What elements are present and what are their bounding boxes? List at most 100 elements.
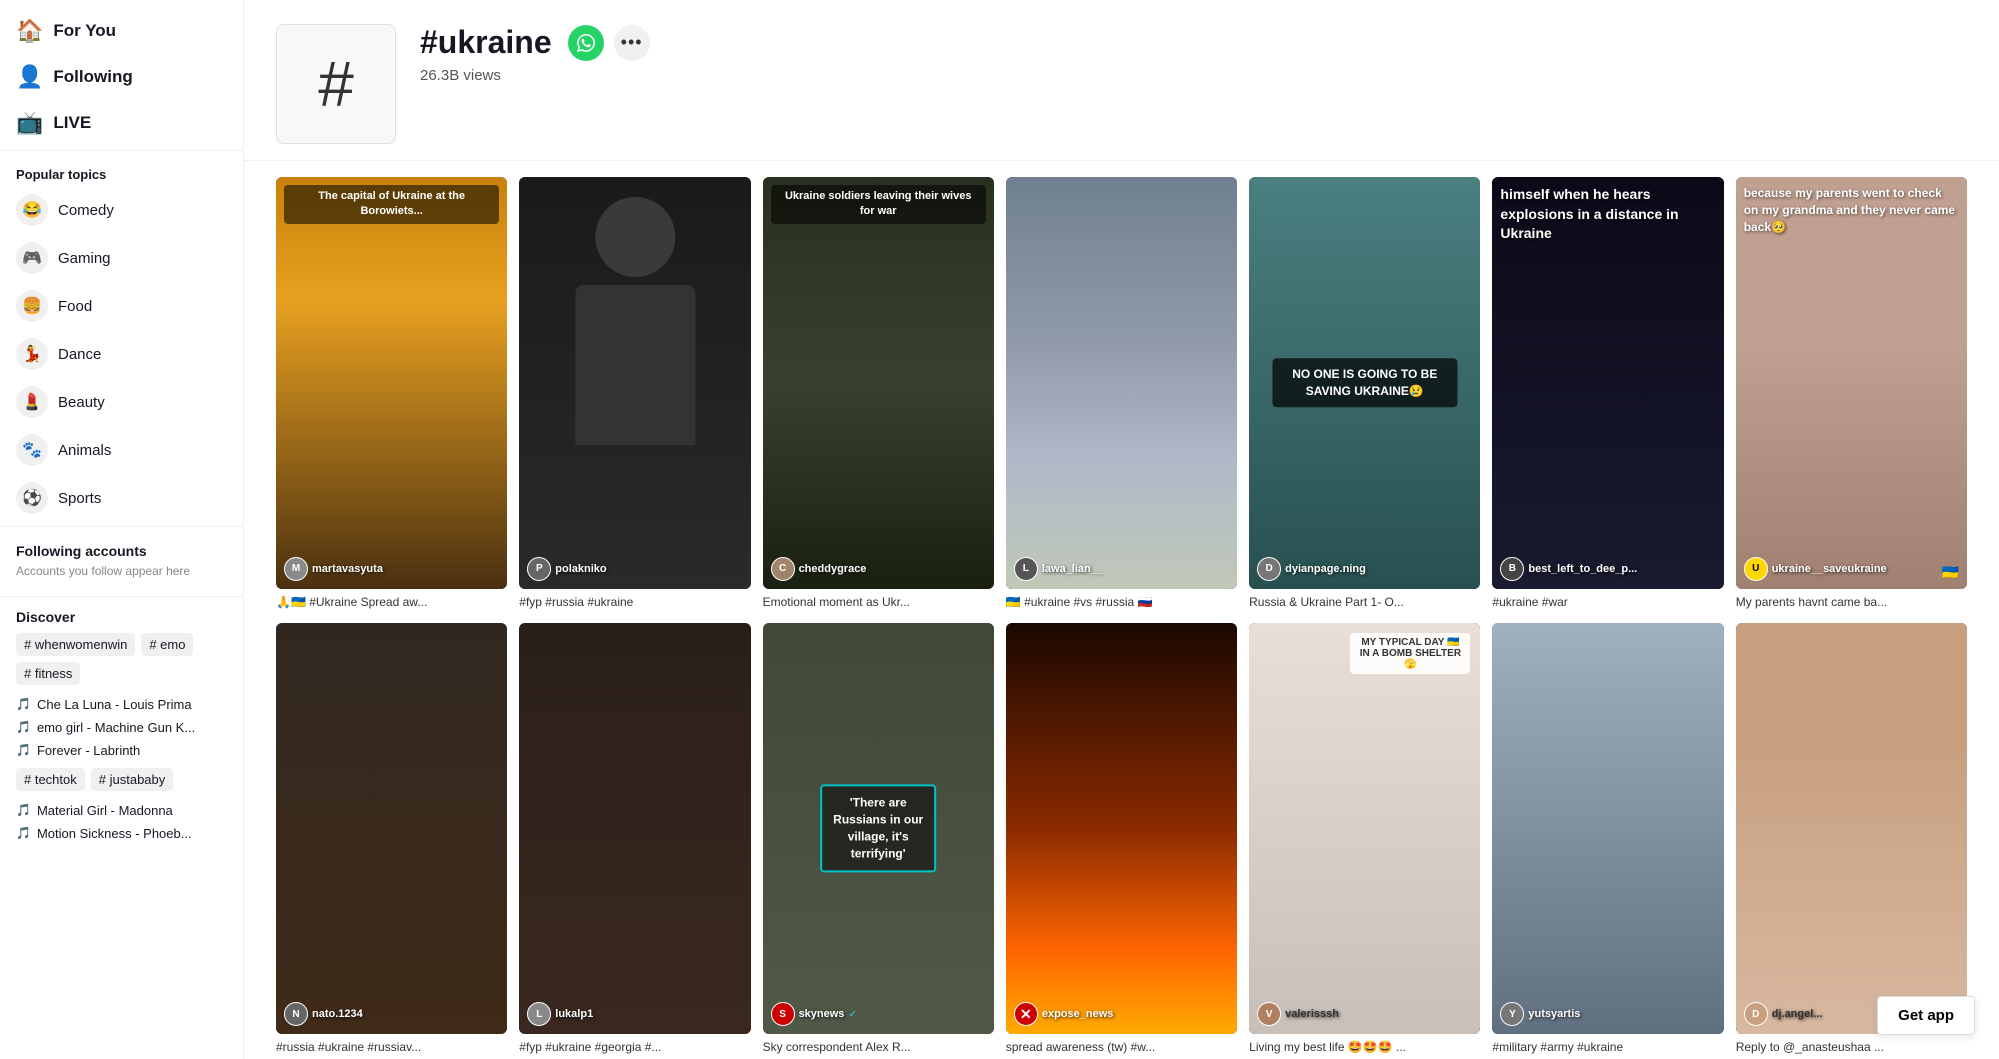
song-che-la-luna[interactable]: 🎵 Che La Luna - Louis Prima — [16, 693, 227, 716]
video-card-10[interactable]: 'There are Russians in our village, it's… — [763, 623, 994, 1057]
card6-username: best_left_to_dee_p... — [1528, 563, 1637, 575]
tag-emo[interactable]: # emo — [141, 633, 193, 656]
hashtag-info: #ukraine ••• 26.3B views — [420, 24, 650, 84]
card1-overlay: The capital of Ukraine at the Borowiets.… — [284, 185, 499, 224]
video-card-11[interactable]: ✕ expose_news spread awareness (tw) #w..… — [1006, 623, 1237, 1057]
tag-techtok[interactable]: # techtok — [16, 768, 85, 791]
comedy-icon: 😂 — [16, 194, 48, 226]
card4-avatar: L — [1014, 557, 1038, 581]
card2-caption: #fyp #russia #ukraine — [519, 594, 750, 611]
animals-icon: 🐾 — [16, 434, 48, 466]
card11-user-badge: ✕ expose_news — [1014, 1002, 1114, 1026]
music-note-icon: 🎵 — [16, 803, 31, 817]
tag-whenwomenwin[interactable]: # whenwomenwin — [16, 633, 135, 656]
sports-label: Sports — [58, 490, 101, 507]
sidebar-topic-animals[interactable]: 🐾 Animals — [0, 426, 243, 474]
card9-caption: #fyp #ukraine #georgia #... — [519, 1039, 750, 1056]
card7-username: ukraine__saveukraine — [1772, 563, 1887, 575]
card14-caption: Reply to @_anasteushaa ... — [1736, 1039, 1967, 1056]
animals-label: Animals — [58, 442, 111, 459]
sidebar-topic-gaming[interactable]: 🎮 Gaming — [0, 234, 243, 282]
video-card-14[interactable]: D dj.angel... 🇺🇦 Reply to @_anasteushaa … — [1736, 623, 1967, 1057]
card1-caption: 🙏🇺🇦 #Ukraine Spread aw... — [276, 594, 507, 611]
main-content: # #ukraine ••• 26.3B views — [244, 0, 1999, 1059]
sidebar-nav-item-following[interactable]: 👤 Following — [0, 54, 243, 100]
card6-caption: #ukraine #war — [1492, 594, 1723, 611]
video-card-4[interactable]: L lawa_lian__ 🇺🇦 #ukraine #vs #russia 🇷🇺 — [1006, 177, 1237, 611]
card2-avatar: P — [527, 557, 551, 581]
card3-caption: Emotional moment as Ukr... — [763, 594, 994, 611]
video-card-13[interactable]: Y yutsyartis #military #army #ukraine — [1492, 623, 1723, 1057]
video-card-8[interactable]: N nato.1234 #russia #ukraine #russiav... — [276, 623, 507, 1057]
home-icon: 🏠 — [16, 18, 43, 44]
card10-verified: ✓ — [848, 1009, 856, 1020]
card9-user-badge: L lukalp1 — [527, 1002, 593, 1026]
following-accounts-title: Following accounts — [16, 543, 227, 559]
song-emo-girl[interactable]: 🎵 emo girl - Machine Gun K... — [16, 716, 227, 739]
music-note-icon: 🎵 — [16, 720, 31, 734]
card3-avatar: C — [771, 557, 795, 581]
video-grid: The capital of Ukraine at the Borowiets.… — [244, 161, 1999, 1059]
card12-avatar: V — [1257, 1002, 1281, 1026]
card12-username: valerisssh — [1285, 1008, 1339, 1020]
tag-justababy[interactable]: # justababy — [91, 768, 174, 791]
card13-user-badge: Y yutsyartis — [1500, 1002, 1580, 1026]
card1-username: martavasyuta — [312, 563, 383, 575]
comedy-label: Comedy — [58, 202, 114, 219]
card10-overlay-box: 'There are Russians in our village, it's… — [820, 785, 936, 872]
discover-title: Discover — [16, 609, 227, 625]
video-card-5[interactable]: NO ONE IS GOING TO BE SAVING UKRAINE😢 D … — [1249, 177, 1480, 611]
card6-avatar: B — [1500, 557, 1524, 581]
card6-user-badge: B best_left_to_dee_p... — [1500, 557, 1637, 581]
video-card-12[interactable]: MY TYPICAL DAY 🇺🇦IN A BOMB SHELTER🫣 V va… — [1249, 623, 1480, 1057]
sidebar-nav-item-live[interactable]: 📺 LIVE — [0, 100, 243, 146]
tag-fitness[interactable]: # fitness — [16, 662, 80, 685]
card13-avatar: Y — [1500, 1002, 1524, 1026]
song-motion-sickness[interactable]: 🎵 Motion Sickness - Phoeb... — [16, 822, 227, 845]
sidebar-topic-food[interactable]: 🍔 Food — [0, 282, 243, 330]
sidebar-topic-sports[interactable]: ⚽ Sports — [0, 474, 243, 522]
get-app-button[interactable]: Get app — [1877, 996, 1975, 1035]
person-icon: 👤 — [16, 64, 43, 90]
video-card-3[interactable]: Ukraine soldiers leaving their wives for… — [763, 177, 994, 611]
sidebar-nav-label-for-you: For You — [53, 21, 116, 41]
song-forever[interactable]: 🎵 Forever - Labrinth — [16, 739, 227, 762]
sidebar-topic-dance[interactable]: 💃 Dance — [0, 330, 243, 378]
card14-username: dj.angel... — [1772, 1008, 1823, 1020]
video-card-6[interactable]: himself when he hears explosions in a di… — [1492, 177, 1723, 611]
card12-user-badge: V valerisssh — [1257, 1002, 1339, 1026]
sidebar-topic-beauty[interactable]: 💄 Beauty — [0, 378, 243, 426]
whatsapp-button[interactable] — [568, 25, 604, 61]
gaming-label: Gaming — [58, 250, 111, 267]
sidebar: 🏠 For You 👤 Following 📺 LIVE Popular top… — [0, 0, 244, 1059]
video-card-1[interactable]: The capital of Ukraine at the Borowiets.… — [276, 177, 507, 611]
following-accounts-section: Following accounts Accounts you follow a… — [0, 531, 243, 592]
card10-user-badge: S skynews ✓ — [771, 1002, 857, 1026]
discover-tags-2: # techtok # justababy — [16, 768, 227, 791]
sidebar-nav-item-for-you[interactable]: 🏠 For You — [0, 8, 243, 54]
card7-caption: My parents havnt came ba... — [1736, 594, 1967, 611]
video-card-9[interactable]: L lukalp1 #fyp #ukraine #georgia #... — [519, 623, 750, 1057]
card5-avatar: D — [1257, 557, 1281, 581]
card8-caption: #russia #ukraine #russiav... — [276, 1039, 507, 1056]
card4-caption: 🇺🇦 #ukraine #vs #russia 🇷🇺 — [1006, 594, 1237, 611]
song-material-girl[interactable]: 🎵 Material Girl - Madonna — [16, 799, 227, 822]
card3-overlay: Ukraine soldiers leaving their wives for… — [771, 185, 986, 224]
hashtag-views: 26.3B views — [420, 67, 650, 84]
card12-caption: Living my best life 🤩🤩🤩 ... — [1249, 1039, 1480, 1056]
card4-username: lawa_lian__ — [1042, 563, 1103, 575]
food-label: Food — [58, 298, 92, 315]
card7-flag: 🇺🇦 — [1942, 564, 1959, 581]
card10-avatar: S — [771, 1002, 795, 1026]
card5-user-badge: D dyianpage.ning — [1257, 557, 1366, 581]
discover-tags: # whenwomenwin # emo # fitness — [16, 633, 227, 685]
card8-username: nato.1234 — [312, 1008, 363, 1020]
video-card-2[interactable]: P polakniko #fyp #russia #ukraine — [519, 177, 750, 611]
hashtag-header: # #ukraine ••• 26.3B views — [244, 0, 1999, 161]
sidebar-topic-comedy[interactable]: 😂 Comedy — [0, 186, 243, 234]
card8-avatar: N — [284, 1002, 308, 1026]
more-options-button[interactable]: ••• — [614, 25, 650, 61]
following-accounts-subtitle: Accounts you follow appear here — [16, 563, 227, 580]
sidebar-nav-label-following: Following — [53, 67, 132, 87]
video-card-7[interactable]: because my parents went to check on my g… — [1736, 177, 1967, 611]
